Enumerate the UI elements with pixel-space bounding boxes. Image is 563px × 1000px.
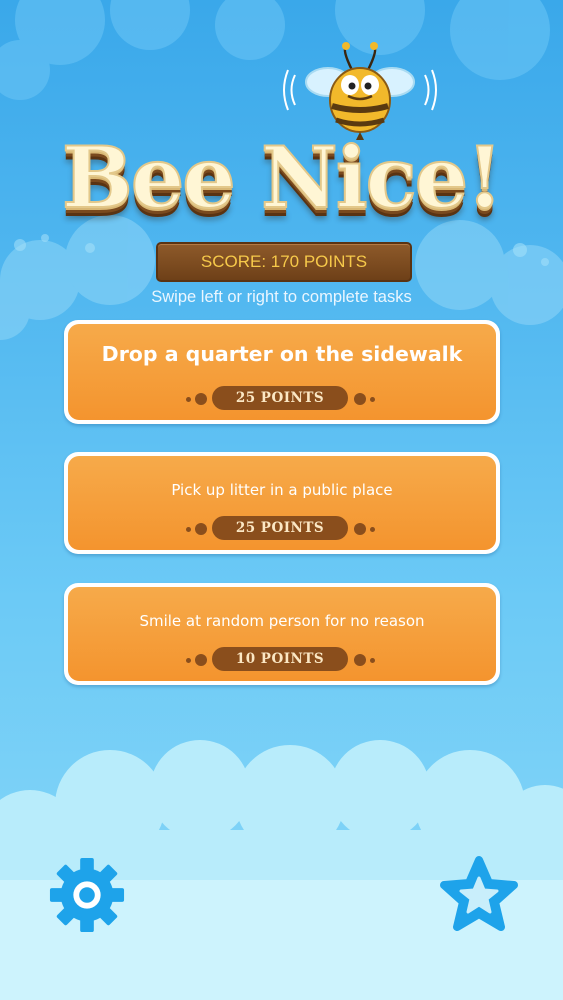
task-card[interactable]: Drop a quarter on the sidewalk 25 POINTS bbox=[64, 320, 500, 424]
points-label: 25 POINTS bbox=[212, 516, 348, 540]
game-title: Bee Nice! bbox=[61, 127, 504, 228]
points-label: 10 POINTS bbox=[212, 647, 348, 671]
task-card[interactable]: Smile at random person for no reason 10 … bbox=[64, 583, 500, 685]
bee-mascot bbox=[283, 42, 437, 140]
task-card[interactable]: Pick up litter in a public place 25 POIN… bbox=[64, 452, 500, 554]
points-badge: 25 POINTS bbox=[64, 516, 500, 542]
task-text: Smile at random person for no reason bbox=[139, 612, 425, 630]
gear-icon[interactable] bbox=[48, 856, 126, 934]
points-badge: 10 POINTS bbox=[64, 647, 500, 673]
points-label: 25 POINTS bbox=[212, 386, 348, 410]
task-text: Pick up litter in a public place bbox=[171, 481, 393, 499]
score-display: SCORE: 170 POINTS bbox=[156, 242, 412, 282]
swipe-instruction: Swipe left or right to complete tasks bbox=[151, 288, 412, 306]
star-icon[interactable] bbox=[438, 854, 520, 934]
task-text: Drop a quarter on the sidewalk bbox=[101, 342, 463, 366]
points-badge: 25 POINTS bbox=[64, 386, 500, 412]
